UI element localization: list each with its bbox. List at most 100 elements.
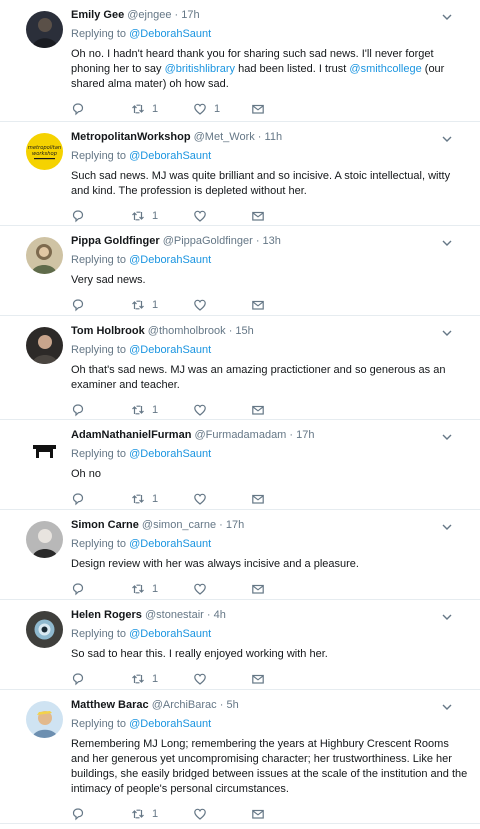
tweet[interactable]: Helen Rogers @stonestair · 4h Replying t… bbox=[0, 600, 480, 690]
author-name[interactable]: Pippa Goldfinger bbox=[71, 235, 160, 247]
avatar[interactable] bbox=[26, 701, 63, 738]
chevron-down-icon[interactable] bbox=[440, 610, 454, 624]
author-name[interactable]: MetropolitanWorkshop bbox=[71, 131, 191, 143]
reply-button[interactable] bbox=[71, 807, 131, 821]
retweet-icon bbox=[132, 584, 144, 594]
reply-button[interactable] bbox=[71, 102, 131, 116]
reply-button[interactable] bbox=[71, 492, 131, 506]
direct-message-button[interactable] bbox=[251, 403, 281, 417]
replying-prefix: Replying to bbox=[71, 628, 130, 640]
reply-icon bbox=[72, 404, 84, 417]
reply-button[interactable] bbox=[71, 403, 131, 417]
author-handle[interactable]: @ejngee bbox=[127, 9, 171, 21]
timestamp[interactable]: 5h bbox=[226, 699, 238, 711]
like-button[interactable] bbox=[193, 298, 251, 312]
like-button[interactable]: 1 bbox=[193, 102, 251, 116]
author-handle[interactable]: @PippaGoldfinger bbox=[163, 235, 253, 247]
avatar[interactable] bbox=[26, 611, 63, 648]
retweet-button[interactable]: 1 bbox=[131, 807, 193, 821]
chevron-down-icon[interactable] bbox=[440, 10, 454, 24]
timestamp[interactable]: 17h bbox=[296, 429, 314, 441]
author-name[interactable]: Emily Gee bbox=[71, 9, 124, 21]
reply-button[interactable] bbox=[71, 298, 131, 312]
chevron-down-icon[interactable] bbox=[440, 236, 454, 250]
author-name[interactable]: Helen Rogers bbox=[71, 609, 142, 621]
timestamp[interactable]: 13h bbox=[263, 235, 281, 247]
chevron-down-icon[interactable] bbox=[440, 700, 454, 714]
avatar[interactable] bbox=[26, 431, 63, 468]
replying-target-link[interactable]: @DeborahSaunt bbox=[129, 28, 211, 40]
timestamp[interactable]: 4h bbox=[214, 609, 226, 621]
chevron-down-icon[interactable] bbox=[440, 326, 454, 340]
avatar[interactable]: metropolitan workshop bbox=[26, 133, 63, 170]
retweet-button[interactable]: 1 bbox=[131, 209, 193, 223]
reply-button[interactable] bbox=[71, 672, 131, 686]
author-handle[interactable]: @stonestair bbox=[145, 609, 204, 621]
retweet-button[interactable]: 1 bbox=[131, 492, 193, 506]
replying-target-link[interactable]: @DeborahSaunt bbox=[129, 538, 211, 550]
avatar[interactable] bbox=[26, 11, 63, 48]
like-button[interactable] bbox=[193, 807, 251, 821]
like-button[interactable] bbox=[193, 209, 251, 223]
direct-message-button[interactable] bbox=[251, 298, 281, 312]
reply-icon bbox=[72, 103, 84, 116]
replying-target-link[interactable]: @DeborahSaunt bbox=[129, 150, 211, 162]
direct-message-button[interactable] bbox=[251, 807, 281, 821]
avatar[interactable] bbox=[26, 237, 63, 274]
like-button[interactable] bbox=[193, 403, 251, 417]
replying-target-link[interactable]: @DeborahSaunt bbox=[129, 448, 211, 460]
envelope-icon bbox=[252, 104, 264, 114]
author-name[interactable]: Simon Carne bbox=[71, 519, 139, 531]
like-button[interactable] bbox=[193, 582, 251, 596]
mention-link[interactable]: @britishlibrary bbox=[165, 63, 235, 75]
retweet-button[interactable]: 1 bbox=[131, 298, 193, 312]
timestamp[interactable]: 17h bbox=[181, 9, 199, 21]
avatar[interactable] bbox=[26, 327, 63, 364]
like-button[interactable] bbox=[193, 672, 251, 686]
author-name[interactable]: AdamNathanielFurman bbox=[71, 429, 191, 441]
author-name[interactable]: Tom Holbrook bbox=[71, 325, 145, 337]
tweet[interactable]: Matthew Barac @ArchiBarac · 5h Replying … bbox=[0, 690, 480, 824]
author-handle[interactable]: @Furmadamadam bbox=[194, 429, 286, 441]
tweet[interactable]: AdamNathanielFurman @Furmadamadam · 17h … bbox=[0, 420, 480, 510]
like-button[interactable] bbox=[193, 492, 251, 506]
replying-target-link[interactable]: @DeborahSaunt bbox=[129, 254, 211, 266]
tweet[interactable]: Emily Gee @ejngee · 17h Replying to @Deb… bbox=[0, 0, 480, 122]
retweet-button[interactable]: 1 bbox=[131, 102, 193, 116]
heart-icon bbox=[194, 808, 206, 820]
timestamp[interactable]: 15h bbox=[235, 325, 253, 337]
tweet-header: MetropolitanWorkshop @Met_Work · 11h bbox=[71, 130, 468, 145]
direct-message-button[interactable] bbox=[251, 582, 281, 596]
replying-to: Replying to @DeborahSaunt bbox=[71, 27, 468, 42]
tweet[interactable]: Tom Holbrook @thomholbrook · 15h Replyin… bbox=[0, 316, 480, 420]
reply-button[interactable] bbox=[71, 582, 131, 596]
direct-message-button[interactable] bbox=[251, 672, 281, 686]
timestamp[interactable]: 17h bbox=[226, 519, 244, 531]
retweet-button[interactable]: 1 bbox=[131, 582, 193, 596]
avatar[interactable] bbox=[26, 521, 63, 558]
author-handle[interactable]: @ArchiBarac bbox=[152, 699, 217, 711]
tweet[interactable]: Simon Carne @simon_carne · 17h Replying … bbox=[0, 510, 480, 600]
retweet-button[interactable]: 1 bbox=[131, 672, 193, 686]
chevron-down-icon[interactable] bbox=[440, 430, 454, 444]
reply-button[interactable] bbox=[71, 209, 131, 223]
tweet[interactable]: metropolitan workshop MetropolitanWorksho… bbox=[0, 122, 480, 226]
tweet[interactable]: Pippa Goldfinger @PippaGoldfinger · 13h … bbox=[0, 226, 480, 316]
author-handle[interactable]: @Met_Work bbox=[194, 131, 255, 143]
direct-message-button[interactable] bbox=[251, 102, 281, 116]
timestamp[interactable]: 11h bbox=[265, 131, 283, 143]
chevron-down-icon[interactable] bbox=[440, 520, 454, 534]
direct-message-button[interactable] bbox=[251, 492, 281, 506]
author-handle[interactable]: @thomholbrook bbox=[148, 325, 226, 337]
replying-target-link[interactable]: @DeborahSaunt bbox=[129, 628, 211, 640]
retweet-button[interactable]: 1 bbox=[131, 403, 193, 417]
author-name[interactable]: Matthew Barac bbox=[71, 699, 149, 711]
svg-text:workshop: workshop bbox=[32, 151, 58, 157]
chevron-down-icon[interactable] bbox=[440, 132, 454, 146]
replying-target-link[interactable]: @DeborahSaunt bbox=[129, 718, 211, 730]
direct-message-button[interactable] bbox=[251, 209, 281, 223]
mention-link[interactable]: @smithcollege bbox=[349, 63, 421, 75]
tweet-header: Helen Rogers @stonestair · 4h bbox=[71, 608, 468, 623]
replying-target-link[interactable]: @DeborahSaunt bbox=[129, 344, 211, 356]
author-handle[interactable]: @simon_carne bbox=[142, 519, 216, 531]
